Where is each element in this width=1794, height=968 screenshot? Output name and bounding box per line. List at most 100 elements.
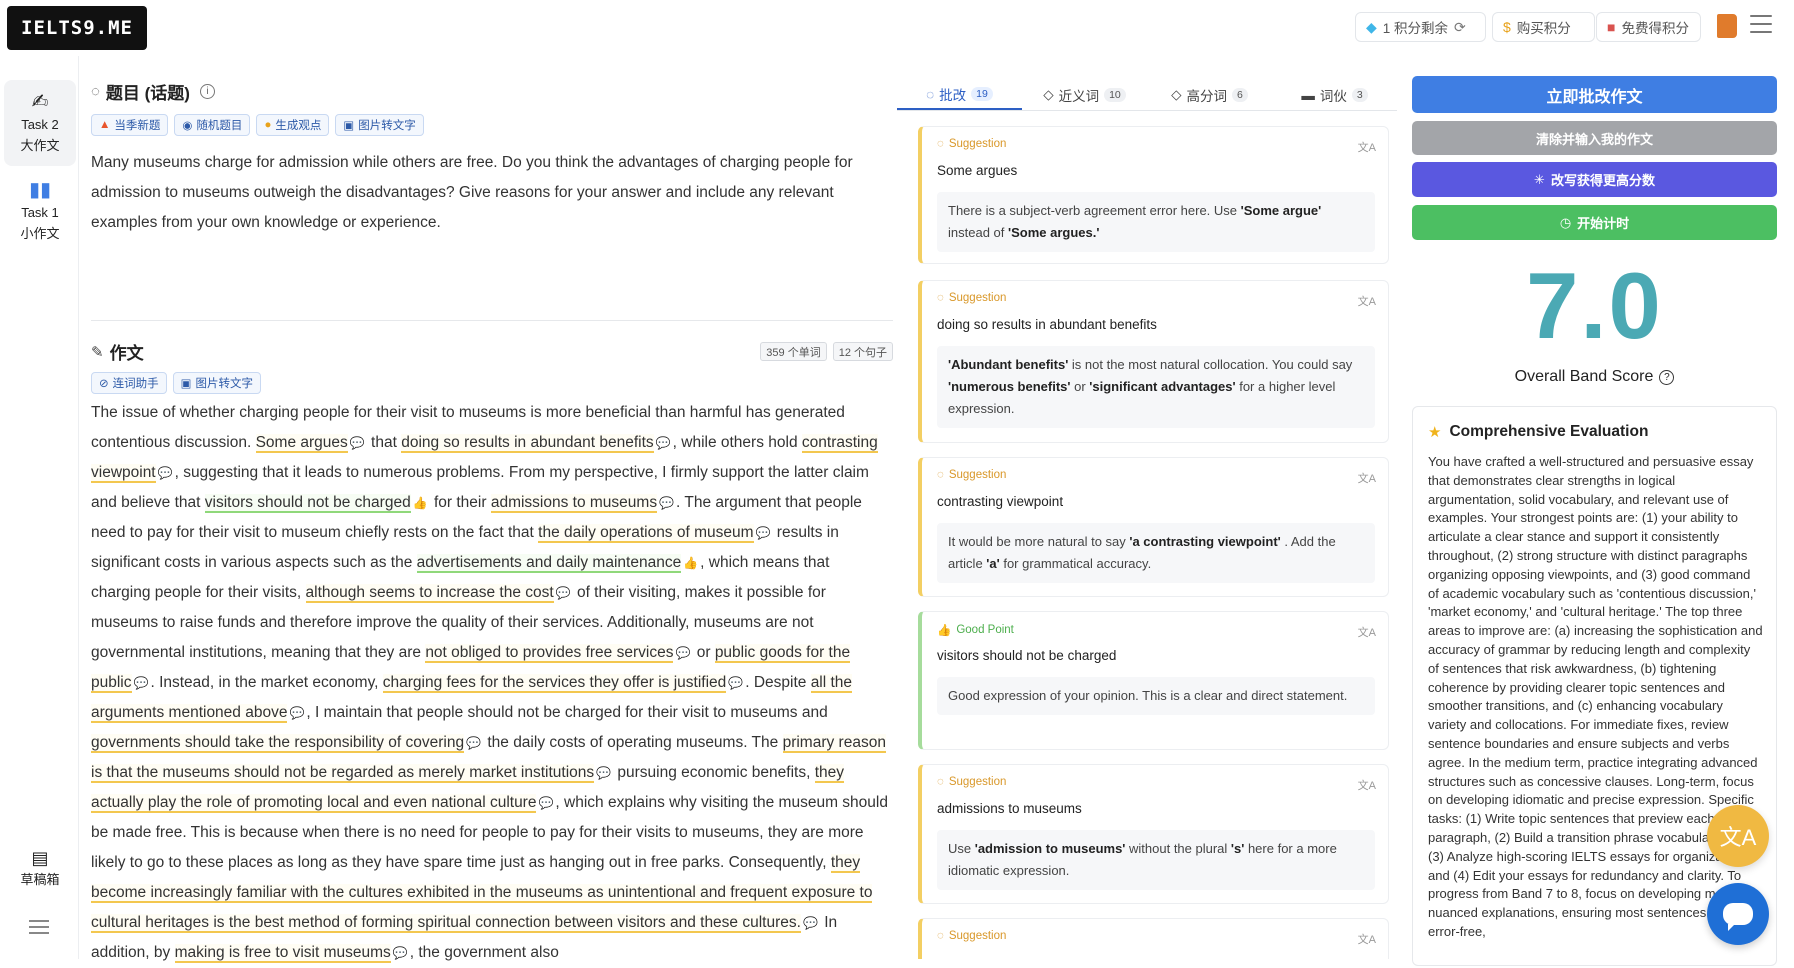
suggestion-highlight[interactable]: not obliged to provides free services — [425, 644, 674, 663]
comment-icon[interactable]: 💬 — [659, 488, 674, 518]
refresh-icon[interactable]: ⟳ — [1454, 19, 1466, 36]
tag-random-topic[interactable]: ◉ 随机题目 — [174, 114, 251, 136]
good-point-highlight[interactable]: visitors should not be charged — [204, 494, 411, 513]
essay-image-to-text-button[interactable]: ▣ 图片转文字 — [172, 372, 262, 394]
thumbs-up-icon[interactable]: 👍 — [683, 548, 698, 578]
logo[interactable]: IELTS9.ME — [7, 6, 147, 50]
comment-icon[interactable]: 💬 — [656, 428, 671, 458]
comment-icon[interactable]: 💬 — [803, 908, 818, 938]
suggestion-highlight[interactable]: making is free to visit museums — [174, 944, 391, 963]
suggestion-highlight[interactable]: the daily operations of museum — [538, 524, 754, 543]
translate-icon[interactable]: 文A — [1358, 293, 1376, 309]
evaluation-text: You have crafted a well-structured and p… — [1428, 454, 1763, 939]
translate-icon[interactable]: 文A — [1358, 624, 1376, 640]
essay-text-segment: , while others hold — [672, 434, 802, 451]
comment-icon[interactable]: 💬 — [289, 698, 304, 728]
tab-label: 批改 — [939, 88, 967, 103]
feedback-card[interactable]: ◌ Suggestion 文A contrasting viewpoint It wou… — [918, 457, 1389, 597]
feedback-type-label: Suggestion — [948, 776, 1007, 788]
submit-label: 立即批改作文 — [1546, 88, 1643, 106]
help-icon[interactable]: ? — [1659, 369, 1675, 385]
evaluation-title: Comprehensive Evaluation — [1449, 423, 1649, 440]
suggestion-highlight[interactable]: Some argues — [255, 434, 348, 453]
comment-icon[interactable]: 💬 — [756, 518, 771, 548]
translate-icon[interactable]: 文A — [1358, 931, 1376, 947]
feedback-type-label: Good Point — [956, 624, 1014, 636]
essay-text-segment: or — [692, 644, 715, 661]
essay-text-segment: pursuing economic benefits, — [613, 764, 815, 781]
collapse-menu-icon[interactable] — [29, 920, 49, 934]
comment-icon[interactable]: 💬 — [158, 458, 173, 488]
tag-new-topics[interactable]: ▲ 当季新题 — [91, 114, 169, 136]
feedback-type: ◌ Suggestion — [937, 292, 1006, 304]
comment-icon[interactable]: 💬 — [728, 668, 743, 698]
fire-icon: ▲ — [99, 119, 111, 131]
translate-fab[interactable]: 文A — [1707, 805, 1769, 867]
translate-icon[interactable]: 文A — [1358, 470, 1376, 486]
evaluation-card: ★ Comprehensive Evaluation You have craf… — [1412, 406, 1777, 966]
free-credits-button[interactable]: ■ 免费得积分 — [1596, 12, 1701, 42]
essay-text-segment: , the government also — [409, 944, 559, 961]
buy-credits-button[interactable]: $ 购买积分 — [1492, 12, 1595, 42]
comment-icon[interactable]: 💬 — [675, 638, 690, 668]
tab-count: 19 — [971, 87, 993, 101]
feedback-text: Use — [948, 841, 975, 856]
word-count-badge: 359 个单词 — [760, 342, 827, 361]
feedback-text: There is a subject-verb agreement error … — [948, 203, 1241, 218]
feedback-type-label: Suggestion — [948, 930, 1007, 942]
comment-icon[interactable]: 💬 — [350, 428, 365, 458]
feedback-phrase: doing so results in abundant benefits — [937, 317, 1157, 332]
tab-collocations[interactable]: ▬ 词伙 3 — [1272, 80, 1397, 110]
feedback-type-label: Suggestion — [948, 138, 1007, 150]
nav-task2[interactable]: ✍ Task 2 大作文 — [4, 80, 76, 166]
question-tags: ▲ 当季新题 ◉ 随机题目 ● 生成观点 ▣ 图片转文字 — [91, 114, 424, 136]
tab-label: 高分词 — [1186, 89, 1228, 104]
info-icon[interactable]: i — [199, 84, 215, 99]
credits-remaining[interactable]: ◆ 1 积分剩余 ⟳ — [1355, 12, 1486, 42]
connector-helper-button[interactable]: ⊘ 连词助手 — [91, 372, 167, 394]
feedback-card[interactable]: 👍 Good Point 文A visitors should not be char… — [918, 611, 1389, 750]
nav-task1[interactable]: ▮▮ Task 1 小作文 — [4, 168, 76, 254]
comment-icon[interactable]: 💬 — [466, 728, 481, 758]
feedback-card[interactable]: ◌ Suggestion 文A — [918, 918, 1389, 959]
comment-icon[interactable]: 💬 — [134, 668, 149, 698]
start-timer-button[interactable]: ◷ 开始计时 — [1412, 205, 1777, 240]
essay-text[interactable]: The issue of whether charging people for… — [91, 398, 891, 968]
suggestion-highlight[interactable]: admissions to museums — [490, 494, 658, 513]
menu-icon[interactable] — [1750, 15, 1772, 33]
tab-corrections[interactable]: ◌ 批改 19 — [897, 80, 1022, 110]
question-heading: ◌ 题目 (话题) i — [91, 79, 215, 104]
feedback-keyword: 'numerous benefits' — [948, 379, 1075, 394]
clear-essay-button[interactable]: 清除并输入我的作文 — [1412, 121, 1777, 155]
feedback-card[interactable]: ◌ Suggestion 文A admissions to museums Use 'a… — [918, 764, 1389, 904]
submit-essay-button[interactable]: 立即批改作文 — [1412, 76, 1777, 113]
translate-icon[interactable]: 文A — [1358, 777, 1376, 793]
nav-drafts[interactable]: ▤ 草稿箱 — [4, 840, 76, 896]
feedback-card[interactable]: ◌ Suggestion 文A Some argues There is a subje… — [918, 126, 1389, 264]
tab-label: 词伙 — [1319, 89, 1347, 104]
tag-label: 生成观点 — [275, 120, 322, 132]
bar-chart-icon: ▮▮ — [28, 179, 51, 201]
chat-fab[interactable] — [1707, 883, 1769, 945]
suggestion-highlight[interactable]: doing so results in abundant benefits — [401, 434, 654, 453]
suggestion-highlight[interactable]: although seems to increase the cost — [305, 584, 554, 603]
book-icon[interactable] — [1717, 14, 1737, 38]
translate-icon[interactable]: 文A — [1358, 139, 1376, 155]
feedback-type: ◌ Suggestion — [937, 138, 1006, 150]
tag-image-to-text[interactable]: ▣ 图片转文字 — [335, 114, 424, 136]
thumbs-up-icon[interactable]: 👍 — [413, 488, 428, 518]
comment-icon[interactable]: 💬 — [393, 938, 408, 968]
comment-icon[interactable]: 💬 — [596, 758, 611, 788]
sparkle-icon: ✳ — [1534, 171, 1545, 187]
rewrite-button[interactable]: ✳ 改写获得更高分数 — [1412, 162, 1777, 197]
tab-synonyms[interactable]: ◇ 近义词 10 — [1022, 80, 1147, 110]
tab-high-score-words[interactable]: ◇ 高分词 6 — [1147, 80, 1272, 110]
comment-icon[interactable]: 💬 — [538, 788, 553, 818]
good-point-highlight[interactable]: advertisements and daily maintenance — [416, 554, 682, 573]
feedback-card[interactable]: ◌ Suggestion 文A doing so results in abundan… — [918, 280, 1389, 443]
thumbs-up-icon: 👍 — [937, 625, 952, 637]
suggestion-highlight[interactable]: charging fees for the services they offe… — [382, 674, 727, 693]
suggestion-highlight[interactable]: governments should take the responsibili… — [91, 734, 465, 753]
tag-generate-ideas[interactable]: ● 生成观点 — [256, 114, 330, 136]
comment-icon[interactable]: 💬 — [556, 578, 571, 608]
